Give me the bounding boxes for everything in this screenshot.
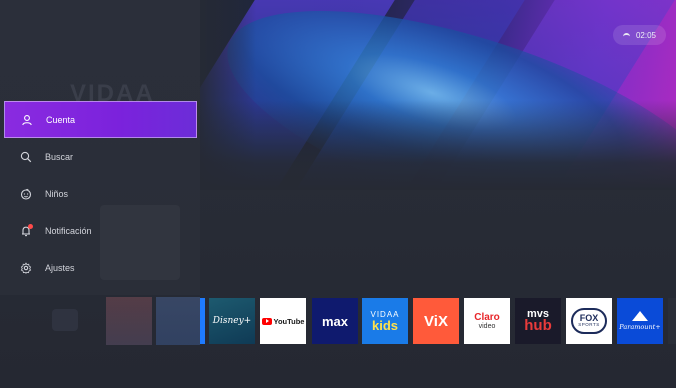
menu-item-ajustes[interactable]: Ajustes [4,249,197,286]
gear-icon [20,261,32,274]
app-tile-vidaa-kids[interactable]: VIDAA kids [362,298,408,344]
status-pill: 02:05 [612,25,666,45]
menu-item-label: Notificación [45,225,92,236]
side-menu: Cuenta Buscar Niños Notificación Ajustes [4,101,197,286]
menu-item-cuenta[interactable]: Cuenta [4,101,197,138]
youtube-play-icon [261,317,272,325]
app-tile-disney-plus[interactable]: Disney+ [209,298,255,344]
app-logo-text: kids [371,317,398,333]
app-logo-text: Paramount+ [619,323,661,332]
bell-icon [20,223,33,237]
app-tile-claro-video[interactable]: Claro video [464,298,510,344]
app-logo-text: YouTube [273,316,305,326]
kids-face-icon [20,188,32,200]
app-tile-youtube[interactable]: YouTube [260,298,306,344]
menu-item-label: Buscar [45,151,74,162]
search-icon [20,151,32,163]
menu-item-buscar[interactable]: Buscar [4,138,197,175]
blurred-app-tile[interactable] [106,297,152,345]
app-tile-max[interactable]: max [312,298,358,344]
wifi-icon [622,32,630,38]
paramount-mountain-icon [632,311,648,322]
clock-time: 02:05 [635,30,656,40]
menu-item-label: Niños [45,188,69,199]
app-tile-paramount-plus[interactable]: Paramount+ [617,298,663,344]
notification-badge [28,223,33,229]
app-logo-text: hub [524,317,552,335]
app-tile-fox-sports[interactable]: FOX SPORTS [566,298,612,344]
blurred-app-tile[interactable] [156,297,200,345]
app-row: Disney+ YouTube max VIDAA kids ViX Claro… [0,297,676,345]
menu-item-label: Ajustes [45,262,75,273]
app-logo-text: SPORTS [578,322,600,328]
app-logo-text: max [321,313,349,329]
blurred-app-tile[interactable] [52,309,78,331]
app-logo-text: Claro [474,311,500,323]
tv-home-screen: 02:05 VIDAA Cuenta Buscar Niños Notifica… [0,0,676,388]
hero-banner[interactable] [196,0,676,190]
hero-fade-bottom [196,100,676,190]
app-tile-vix[interactable]: ViX [413,298,459,344]
menu-item-label: Cuenta [46,114,76,125]
app-tile-partial[interactable] [668,298,676,344]
app-tile-mvs-hub[interactable]: mvs hub [515,298,561,344]
app-tile-partial[interactable] [200,298,205,344]
menu-item-notificacion[interactable]: Notificación [4,212,197,249]
app-logo-text: video [478,322,496,330]
app-logo-text: ViX [424,312,448,330]
menu-item-ninos[interactable]: Niños [4,175,197,212]
app-logo-text: Disney+ [212,316,252,326]
user-icon [21,114,33,126]
fox-sports-logo: FOX SPORTS [571,308,607,334]
